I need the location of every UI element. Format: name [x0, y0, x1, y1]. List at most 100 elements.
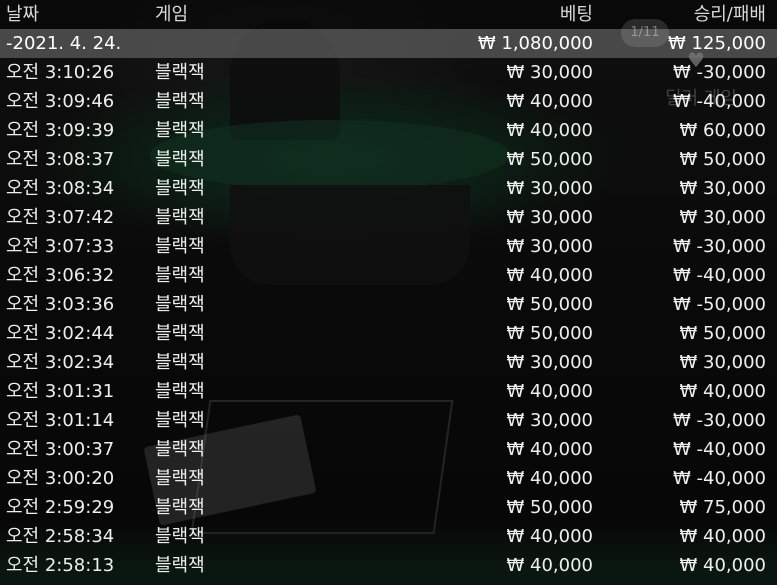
row-game: 블랙잭 — [155, 526, 205, 547]
row-bet: ₩ 40,000 — [506, 526, 593, 547]
row-bet: ₩ 40,000 — [506, 468, 593, 489]
column-header-bet: 베팅 — [559, 4, 593, 25]
history-row[interactable]: 오전 3:01:14 블랙잭 ₩ 30,000 ₩ -30,000 — [0, 406, 777, 435]
row-time: 오전 3:00:37 — [6, 439, 115, 460]
row-bet: ₩ 40,000 — [506, 439, 593, 460]
history-row[interactable]: 오전 2:59:29 블랙잭 ₩ 50,000 ₩ 75,000 — [0, 493, 777, 522]
row-time: 오전 3:02:34 — [6, 352, 115, 373]
row-game: 블랙잭 — [155, 468, 205, 489]
row-game: 블랙잭 — [155, 149, 205, 170]
row-winloss: ₩ 60,000 — [679, 120, 766, 141]
row-time: 오전 2:59:29 — [6, 497, 115, 518]
row-winloss: ₩ -30,000 — [673, 236, 766, 257]
row-bet: ₩ 50,000 — [506, 497, 593, 518]
summary-date: -2021. 4. 24. — [6, 33, 122, 54]
history-row[interactable]: 오전 3:10:26 블랙잭 ₩ 30,000 ₩ -30,000 — [0, 58, 777, 87]
row-game: 블랙잭 — [155, 294, 205, 315]
column-header-game: 게임 — [155, 4, 189, 25]
history-row[interactable]: 오전 3:03:36 블랙잭 ₩ 50,000 ₩ -50,000 — [0, 290, 777, 319]
row-bet: ₩ 30,000 — [506, 62, 593, 83]
row-bet: ₩ 40,000 — [506, 555, 593, 576]
history-day-summary[interactable]: -2021. 4. 24. ₩ 1,080,000 ₩ 125,000 — [0, 29, 777, 58]
row-bet: ₩ 40,000 — [506, 381, 593, 402]
row-game: 블랙잭 — [155, 352, 205, 373]
history-row[interactable]: 오전 3:07:42 블랙잭 ₩ 30,000 ₩ 30,000 — [0, 203, 777, 232]
history-row[interactable]: 오전 3:09:39 블랙잭 ₩ 40,000 ₩ 60,000 — [0, 116, 777, 145]
column-header-date: 날짜 — [6, 4, 40, 25]
row-game: 블랙잭 — [155, 439, 205, 460]
row-time: 오전 3:10:26 — [6, 62, 115, 83]
row-time: 오전 3:01:31 — [6, 381, 115, 402]
row-time: 오전 3:03:36 — [6, 294, 115, 315]
row-bet: ₩ 30,000 — [506, 410, 593, 431]
game-stage: 1/11 ♥ 딜러 게임 날짜 게임 베팅 승리/패배 -2021. 4. 24… — [0, 0, 777, 585]
row-bet: ₩ 40,000 — [506, 91, 593, 112]
summary-bet-total: ₩ 1,080,000 — [477, 33, 593, 54]
row-winloss: ₩ -30,000 — [673, 62, 766, 83]
history-row[interactable]: 오전 3:07:33 블랙잭 ₩ 30,000 ₩ -30,000 — [0, 232, 777, 261]
history-row[interactable]: 오전 3:00:37 블랙잭 ₩ 40,000 ₩ -40,000 — [0, 435, 777, 464]
history-row[interactable]: 오전 3:02:44 블랙잭 ₩ 50,000 ₩ 50,000 — [0, 319, 777, 348]
row-winloss: ₩ 50,000 — [679, 149, 766, 170]
row-bet: ₩ 30,000 — [506, 352, 593, 373]
row-game: 블랙잭 — [155, 265, 205, 286]
row-time: 오전 3:08:34 — [6, 178, 115, 199]
column-header-winloss: 승리/패배 — [693, 4, 766, 25]
row-time: 오전 2:58:13 — [6, 555, 115, 576]
row-winloss: ₩ -40,000 — [673, 468, 766, 489]
history-table: 날짜 게임 베팅 승리/패배 -2021. 4. 24. ₩ 1,080,000… — [0, 0, 777, 585]
row-game: 블랙잭 — [155, 178, 205, 199]
row-game: 블랙잭 — [155, 120, 205, 141]
row-time: 오전 3:01:14 — [6, 410, 115, 431]
row-bet: ₩ 40,000 — [506, 120, 593, 141]
row-winloss: ₩ 40,000 — [679, 381, 766, 402]
row-winloss: ₩ 30,000 — [679, 352, 766, 373]
row-time: 오전 3:08:37 — [6, 149, 115, 170]
row-bet: ₩ 50,000 — [506, 149, 593, 170]
row-time: 오전 2:58:34 — [6, 526, 115, 547]
history-row[interactable]: 오전 3:06:32 블랙잭 ₩ 40,000 ₩ -40,000 — [0, 261, 777, 290]
row-bet: ₩ 30,000 — [506, 236, 593, 257]
row-winloss: ₩ -40,000 — [673, 439, 766, 460]
row-winloss: ₩ 75,000 — [679, 497, 766, 518]
row-bet: ₩ 30,000 — [506, 178, 593, 199]
row-game: 블랙잭 — [155, 207, 205, 228]
summary-winloss-total: ₩ 125,000 — [668, 33, 766, 54]
row-game: 블랙잭 — [155, 555, 205, 576]
row-winloss: ₩ 30,000 — [679, 207, 766, 228]
row-time: 오전 3:09:39 — [6, 120, 115, 141]
history-row[interactable]: 오전 3:02:34 블랙잭 ₩ 30,000 ₩ 30,000 — [0, 348, 777, 377]
row-game: 블랙잭 — [155, 62, 205, 83]
row-game: 블랙잭 — [155, 410, 205, 431]
history-row[interactable]: 오전 3:01:31 블랙잭 ₩ 40,000 ₩ 40,000 — [0, 377, 777, 406]
row-game: 블랙잭 — [155, 381, 205, 402]
history-row[interactable]: 오전 3:00:20 블랙잭 ₩ 40,000 ₩ -40,000 — [0, 464, 777, 493]
history-header: 날짜 게임 베팅 승리/패배 — [0, 0, 777, 29]
row-winloss: ₩ -30,000 — [673, 410, 766, 431]
row-game: 블랙잭 — [155, 323, 205, 344]
row-game: 블랙잭 — [155, 497, 205, 518]
row-time: 오전 3:07:33 — [6, 236, 115, 257]
row-winloss: ₩ 40,000 — [679, 526, 766, 547]
row-winloss: ₩ -40,000 — [673, 91, 766, 112]
row-time: 오전 3:07:42 — [6, 207, 115, 228]
history-row[interactable]: 오전 2:58:34 블랙잭 ₩ 40,000 ₩ 40,000 — [0, 522, 777, 551]
history-row[interactable]: 오전 3:09:46 블랙잭 ₩ 40,000 ₩ -40,000 — [0, 87, 777, 116]
row-time: 오전 3:09:46 — [6, 91, 115, 112]
row-time: 오전 3:06:32 — [6, 265, 115, 286]
row-winloss: ₩ -50,000 — [673, 294, 766, 315]
history-row[interactable]: 오전 3:08:37 블랙잭 ₩ 50,000 ₩ 50,000 — [0, 145, 777, 174]
row-winloss: ₩ 40,000 — [679, 555, 766, 576]
history-row[interactable]: 오전 2:58:13 블랙잭 ₩ 40,000 ₩ 40,000 — [0, 551, 777, 580]
history-row[interactable]: 오전 3:08:34 블랙잭 ₩ 30,000 ₩ 30,000 — [0, 174, 777, 203]
row-bet: ₩ 30,000 — [506, 207, 593, 228]
row-bet: ₩ 50,000 — [506, 294, 593, 315]
row-game: 블랙잭 — [155, 236, 205, 257]
row-time: 오전 3:00:20 — [6, 468, 115, 489]
row-winloss: ₩ 50,000 — [679, 323, 766, 344]
row-bet: ₩ 50,000 — [506, 323, 593, 344]
row-game: 블랙잭 — [155, 91, 205, 112]
row-winloss: ₩ 30,000 — [679, 178, 766, 199]
row-time: 오전 3:02:44 — [6, 323, 115, 344]
row-bet: ₩ 40,000 — [506, 265, 593, 286]
